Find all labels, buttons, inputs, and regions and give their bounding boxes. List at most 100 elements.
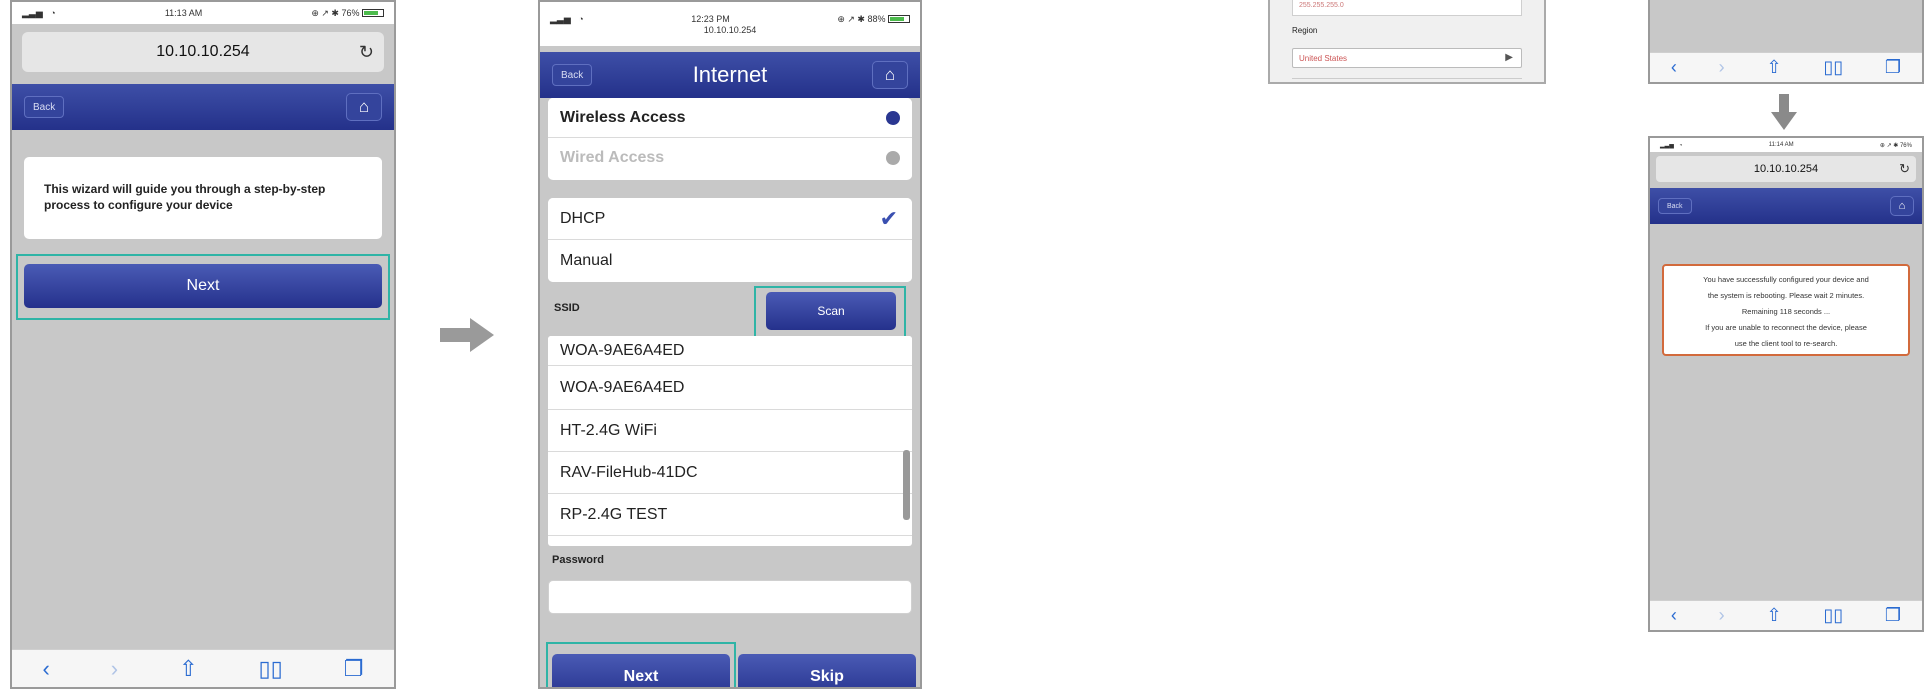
battery-icon xyxy=(362,9,384,18)
reload-icon[interactable]: ↻ xyxy=(359,42,374,63)
mode-option-label: Manual xyxy=(560,252,613,269)
password-input[interactable] xyxy=(548,580,912,614)
address-bar[interactable]: 10.10.10.254 ↻ xyxy=(22,32,384,72)
battery-icon xyxy=(887,15,910,24)
radio-selected-icon xyxy=(886,110,900,125)
wizard-message-card: This wizard will guide you through a ste… xyxy=(24,157,382,239)
reboot-countdown: Remaining 118 seconds ... xyxy=(1741,307,1831,316)
scan-button[interactable]: Scan xyxy=(766,292,896,330)
back-arrow-icon[interactable]: ‹ xyxy=(1671,605,1677,626)
access-option-wireless[interactable]: Wireless Access xyxy=(548,98,912,138)
flow-down-arrow-icon xyxy=(1771,94,1797,130)
forward-arrow-icon[interactable]: › xyxy=(1719,57,1725,78)
skip-button[interactable]: Skip xyxy=(738,654,916,687)
battery-percent: 76% xyxy=(341,7,360,18)
forward-arrow-icon[interactable]: › xyxy=(111,656,118,682)
access-option-label: Wireless Access xyxy=(560,108,686,126)
network-name: HT-2.4G WiFi xyxy=(560,421,657,439)
ssid-label: SSID xyxy=(554,302,580,314)
radio-unselected-icon xyxy=(886,151,900,165)
signal-icon: ▂▃▅ ◔ xyxy=(550,13,584,24)
address-bar[interactable]: 10.10.10.254 ↻ xyxy=(1656,156,1916,182)
status-time: 12:23 PM xyxy=(691,13,730,24)
network-item[interactable]: RP-2.4G TEST xyxy=(548,494,912,536)
ip-mode-list: DHCP ✔ Manual xyxy=(548,198,912,282)
status-bar: ▂▃▅ ◔ 12:23 PM ⊕ ↗ ✱ 88% 10.10.10.254 xyxy=(540,2,920,46)
region-label: Region xyxy=(1292,26,1318,35)
mode-option-manual[interactable]: Manual xyxy=(548,240,912,282)
status-icons: ⊕ ↗ ✱ 76% xyxy=(311,8,384,19)
status-time: 11:13 AM xyxy=(164,8,203,18)
network-item[interactable]: RAV-FileHub-41DC xyxy=(548,452,912,494)
status-bar: ▂▃▅ ◔ 11:13 AM ⊕ ↗ ✱ 76% xyxy=(12,2,394,24)
next-button[interactable]: Next xyxy=(552,654,730,687)
bookmarks-icon[interactable]: ▯▯ xyxy=(1823,605,1843,626)
network-item[interactable]: WOA-9AE6A4ED xyxy=(548,336,912,366)
bookmarks-icon[interactable]: ▯▯ xyxy=(259,656,283,682)
battery-percent: 88% xyxy=(867,13,886,24)
phone-screen-welcome: ▂▃▅ ◔ 11:13 AM ⊕ ↗ ✱ 76% 10.10.10.254 ↻ … xyxy=(10,0,396,689)
phone-screen-settings-fragment: 255.255.255.0 Region United States ▶ xyxy=(1268,0,1546,84)
phone-screen-previous-fragment: ‹ › ⇧ ▯▯ ❐ xyxy=(1648,0,1924,84)
reboot-message-line: If you are unable to reconnect the devic… xyxy=(1705,323,1867,332)
reboot-message-line: the system is rebooting. Please wait 2 m… xyxy=(1707,291,1865,300)
forward-arrow-icon[interactable]: › xyxy=(1719,605,1725,626)
network-item[interactable]: WOA-9AE6A4ED xyxy=(548,366,912,410)
back-button[interactable]: Back xyxy=(24,96,65,118)
back-arrow-icon[interactable]: ‹ xyxy=(42,656,49,682)
signal-icon: ▂▃▅ ◔ xyxy=(22,7,56,18)
tabs-icon[interactable]: ❐ xyxy=(1885,57,1901,78)
region-value: United States xyxy=(1299,54,1348,63)
page-title: Internet xyxy=(692,62,768,87)
separator-line xyxy=(1292,78,1522,79)
back-button[interactable]: Back xyxy=(1658,198,1692,214)
tabs-icon[interactable]: ❐ xyxy=(344,656,364,682)
phone-screen-rebooting: ▂▃▅ ◔ 11:14 AM ⊕ ↗ ✱ 76% 10.10.10.254 ↻ … xyxy=(1648,136,1924,632)
network-list-scrollbar[interactable] xyxy=(903,450,910,520)
home-icon[interactable]: ⌂ xyxy=(872,61,908,89)
share-icon[interactable]: ⇧ xyxy=(1766,605,1781,626)
tabs-icon[interactable]: ❐ xyxy=(1885,605,1901,626)
phone-screen-internet: ▂▃▅ ◔ 12:23 PM ⊕ ↗ ✱ 88% 10.10.10.254 Ba… xyxy=(538,0,922,689)
subnet-value: 255.255.255.0 xyxy=(1299,2,1344,9)
browser-toolbar: ‹ › ⇧ ▯▯ ❐ xyxy=(1650,52,1922,82)
battery-percent: 76% xyxy=(1899,142,1912,149)
status-bar: ▂▃▅ ◔ 11:14 AM ⊕ ↗ ✱ 76% xyxy=(1650,138,1922,152)
back-button[interactable]: Back xyxy=(552,64,593,86)
status-url: 10.10.10.254 xyxy=(703,24,757,35)
share-icon[interactable]: ⇧ xyxy=(1766,57,1781,78)
share-icon[interactable]: ⇧ xyxy=(179,656,197,682)
nav-bar: Back Internet ⌂ xyxy=(540,52,920,98)
signal-icon: ▂▃▅ ◔ xyxy=(1660,142,1683,149)
home-icon[interactable]: ⌂ xyxy=(1890,196,1914,216)
mode-option-label: DHCP xyxy=(560,209,606,227)
access-option-wired[interactable]: Wired Access xyxy=(548,138,912,178)
address-url: 10.10.10.254 xyxy=(1753,163,1819,175)
browser-toolbar: ‹ › ⇧ ▯▯ ❐ xyxy=(1650,600,1922,630)
access-option-label: Wired Access xyxy=(560,149,665,166)
reboot-message-line: use the client tool to re-search. xyxy=(1734,339,1838,348)
access-type-list: Wireless Access Wired Access xyxy=(548,98,912,180)
address-url: 10.10.10.254 xyxy=(156,43,250,60)
next-button[interactable]: Next xyxy=(24,264,382,308)
network-name: RP-2.4G TEST xyxy=(560,505,668,523)
status-icons: ⊕ ↗ ✱ 88% xyxy=(837,14,910,25)
network-name: RAV-FileHub-41DC xyxy=(560,463,698,481)
subnet-field[interactable]: 255.255.255.0 xyxy=(1292,0,1522,16)
password-label: Password xyxy=(552,554,604,566)
region-select[interactable]: United States ▶ xyxy=(1292,48,1522,68)
status-icons: ⊕ ↗ ✱ 76% xyxy=(1879,142,1912,149)
bookmarks-icon[interactable]: ▯▯ xyxy=(1823,57,1843,78)
status-time: 11:14 AM xyxy=(1768,142,1794,148)
reboot-message-line: You have successfully configured your de… xyxy=(1703,275,1869,284)
network-item[interactable]: HT-2.4G WiFi xyxy=(548,410,912,452)
reload-icon[interactable]: ↻ xyxy=(1899,161,1910,177)
mode-option-dhcp[interactable]: DHCP ✔ xyxy=(548,198,912,240)
network-name: WOA-9AE6A4ED xyxy=(560,341,685,359)
reboot-message-card: You have successfully configured your de… xyxy=(1662,264,1910,356)
wizard-message: This wizard will guide you through a ste… xyxy=(44,182,326,212)
nav-bar: Back ⌂ xyxy=(12,84,394,130)
back-arrow-icon[interactable]: ‹ xyxy=(1671,57,1677,78)
flow-arrow-icon xyxy=(440,318,494,352)
home-icon[interactable]: ⌂ xyxy=(346,93,382,121)
